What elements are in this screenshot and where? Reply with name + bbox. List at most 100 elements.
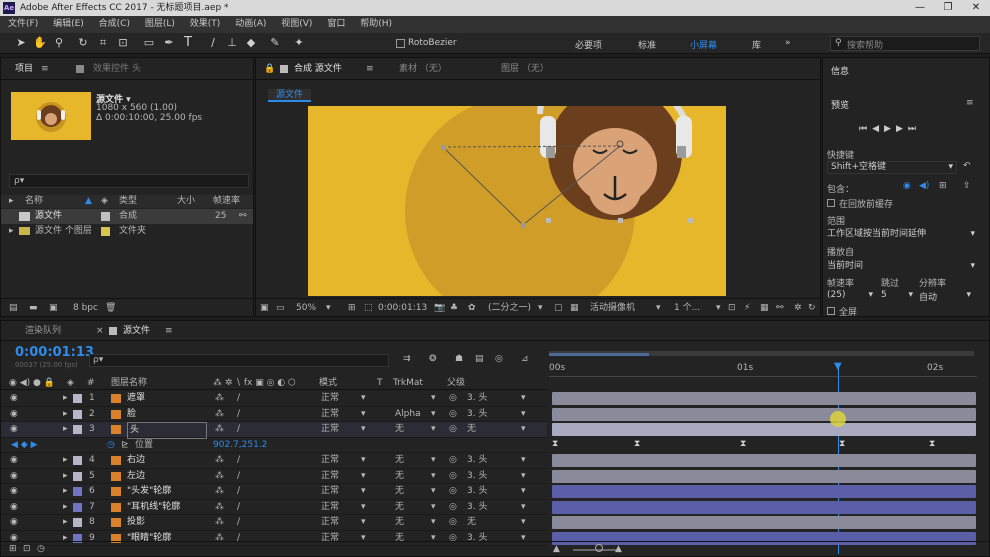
pick-whip-icon[interactable]: ◎ <box>449 515 457 530</box>
parent-dropdown[interactable]: 3. 头 <box>467 453 527 468</box>
trkmat-dropdown[interactable]: Alpha <box>395 407 435 422</box>
fast-preview-icon[interactable]: ⚡ <box>744 299 750 317</box>
resolution-dropdown[interactable]: (二分之一) <box>488 299 531 317</box>
zoom-dropdown[interactable]: 50% <box>296 299 316 317</box>
pick-whip-icon[interactable]: ◎ <box>449 484 457 499</box>
stopwatch-icon[interactable]: ◷ <box>107 438 115 453</box>
label-swatch[interactable] <box>73 518 82 527</box>
col-fps[interactable]: 帧速率 <box>213 195 240 208</box>
zoom-tool-icon[interactable]: ⚲ <box>52 36 66 50</box>
monitor-icon[interactable]: ▭ <box>276 299 285 317</box>
motion-blur-icon[interactable]: ◎ <box>495 354 503 364</box>
layer-duration-bar[interactable] <box>552 407 976 421</box>
eye-icon[interactable]: ◉ <box>10 515 18 530</box>
label-swatch[interactable] <box>73 471 82 481</box>
menu-help[interactable]: 帮助(H) <box>360 19 392 29</box>
trkmat-dropdown[interactable]: 无 <box>395 453 435 468</box>
expand-arrow-icon[interactable]: ▸ <box>63 484 68 499</box>
panel-menu-icon[interactable]: ≡ <box>41 58 49 80</box>
cache-checkbox[interactable] <box>827 199 835 207</box>
lock-icon[interactable]: 🔒 <box>264 58 275 80</box>
parent-dropdown[interactable]: 3. 头 <box>467 469 527 484</box>
quality-switch-icon[interactable]: ∕ <box>237 453 240 468</box>
camera-dropdown[interactable]: 活动摄像机 <box>590 299 635 317</box>
shortcut-dropdown[interactable]: Shift+空格键 ▾ <box>827 161 957 174</box>
skip-dropdown[interactable]: 5 ▾ <box>881 290 915 300</box>
workspace-overflow-icon[interactable]: » <box>785 38 791 48</box>
quality-switch-icon[interactable]: ∕ <box>237 515 240 530</box>
layer-duration-bar[interactable] <box>552 516 976 529</box>
zoom-out-icon[interactable]: ▲ <box>553 542 560 557</box>
range-dropdown[interactable]: 工作区域按当前时间延伸 ▾ <box>827 228 977 241</box>
eye-icon[interactable]: ◉ <box>10 484 18 499</box>
quality-switch-icon[interactable]: ∕ <box>237 484 240 499</box>
layer-row[interactable]: ◉ ▸ 1 遮罩 ⁂ ∕ 正常 ▾ ▾ ◎ 3. 头 ▾ <box>1 391 547 407</box>
zoom-slider-handle[interactable] <box>595 544 603 552</box>
next-frame-icon[interactable]: ▶ <box>896 124 908 134</box>
interpret-footage-icon[interactable]: ▤ <box>9 299 18 317</box>
tab-layer[interactable]: 图层 （无） <box>501 58 549 80</box>
new-folder-icon[interactable]: ▬ <box>29 299 38 317</box>
playhead-icon[interactable]: ▼ <box>834 361 842 372</box>
shy-switch-icon[interactable]: ⁂ <box>215 484 224 499</box>
eye-icon[interactable]: ◉ <box>10 469 18 484</box>
play-from-dropdown[interactable]: 当前时间 ▾ <box>827 260 977 273</box>
parent-dropdown[interactable]: 无 <box>467 422 527 437</box>
region-of-interest-icon[interactable]: ▢ <box>554 299 563 317</box>
toggle-render-time-icon[interactable]: ◷ <box>37 542 45 557</box>
layer-duration-bar[interactable] <box>552 485 976 498</box>
shy-switch-icon[interactable]: ⁂ <box>215 453 224 468</box>
tab-preview[interactable]: 预览 <box>831 98 849 111</box>
resolution-chevron-icon[interactable]: ▾ <box>538 299 543 317</box>
timeline-link-icon[interactable]: ▦ <box>760 299 769 317</box>
trash-icon[interactable]: 🗑 <box>105 299 116 317</box>
pick-whip-icon[interactable]: ◎ <box>449 407 457 422</box>
quality-switch-icon[interactable]: ∕ <box>237 500 240 515</box>
layer-duration-bar[interactable] <box>552 454 976 467</box>
shy-layers-icon[interactable]: ☗ <box>455 354 463 364</box>
toggle-switches-icon[interactable]: ⊞ <box>9 542 17 557</box>
layer-name[interactable]: 左边 <box>127 469 145 484</box>
property-row-position[interactable]: ◀ ◆ ▶ ◷ ⊵ 位置 902.7,251.2 <box>1 438 547 453</box>
pick-whip-icon[interactable]: ◎ <box>449 469 457 484</box>
prev-frame-icon[interactable]: ◀ <box>872 124 884 134</box>
layer-duration-bar[interactable] <box>552 392 976 405</box>
layer-row[interactable]: ◉ ▸ 4 右边 ⁂ ∕ 正常 ▾ 无 ▾ ◎ 3. 头 ▾ <box>1 453 547 469</box>
time-ruler[interactable]: 00s 01s 02s <box>549 363 977 377</box>
expand-arrow-icon[interactable]: ▸ <box>63 453 68 468</box>
work-area-range[interactable] <box>549 353 649 356</box>
selection-tool-icon[interactable]: ➤ <box>14 36 28 50</box>
fps-dropdown[interactable]: (25) ▾ <box>827 290 875 300</box>
maximize-button[interactable]: ❐ <box>934 0 962 16</box>
pan-behind-tool-icon[interactable]: ⊡ <box>116 36 130 50</box>
overlay-toggle-icon[interactable]: ⊞ <box>939 181 947 191</box>
shy-switch-icon[interactable]: ⁂ <box>215 391 224 406</box>
menu-animation[interactable]: 动画(A) <box>235 19 266 29</box>
resolution-dropdown[interactable]: 自动 ▾ <box>919 290 973 303</box>
pick-whip-icon[interactable]: ◎ <box>449 500 457 515</box>
panel-menu-icon[interactable]: ≡ <box>966 98 974 108</box>
menu-composition[interactable]: 合成(C) <box>99 19 130 29</box>
layer-duration-bar[interactable] <box>552 423 976 436</box>
parent-dropdown[interactable]: 3. 头 <box>467 391 527 406</box>
tab-info[interactable]: 信息 <box>831 64 849 77</box>
panel-menu-icon[interactable]: ≡ <box>366 58 374 80</box>
rotobezier-checkbox[interactable] <box>396 39 405 48</box>
flowchart-icon[interactable]: ⚯ <box>239 209 247 224</box>
minimize-button[interactable]: — <box>906 0 934 16</box>
comp-canvas[interactable] <box>308 106 726 296</box>
toggle-modes-icon[interactable]: ⊡ <box>23 542 31 557</box>
channel-icon[interactable]: ✿ <box>468 299 476 317</box>
shy-switch-icon[interactable]: ⁂ <box>215 515 224 530</box>
trkmat-dropdown[interactable]: 无 <box>395 500 435 515</box>
quality-switch-icon[interactable]: ∕ <box>237 391 240 406</box>
type-tool-icon[interactable]: T <box>181 36 195 50</box>
tab-composition[interactable]: 合成 源文件 <box>294 58 342 80</box>
draft-3d-icon[interactable]: ❂ <box>429 354 437 364</box>
camera-chevron-icon[interactable]: ▾ <box>656 299 661 317</box>
label-swatch[interactable] <box>73 409 82 419</box>
roto-brush-tool-icon[interactable]: ✎ <box>268 36 282 50</box>
layer-row[interactable]: ◉ ▸ 7 "耳机线"轮廓 ⁂ ∕ 正常 ▾ 无 ▾ ◎ 3. 头 ▾ <box>1 500 547 515</box>
layer-name[interactable]: "耳机线"轮廓 <box>127 500 180 515</box>
layer-row[interactable]: ◉ ▸ 5 左边 ⁂ ∕ 正常 ▾ 无 ▾ ◎ 3. 头 ▾ <box>1 469 547 484</box>
